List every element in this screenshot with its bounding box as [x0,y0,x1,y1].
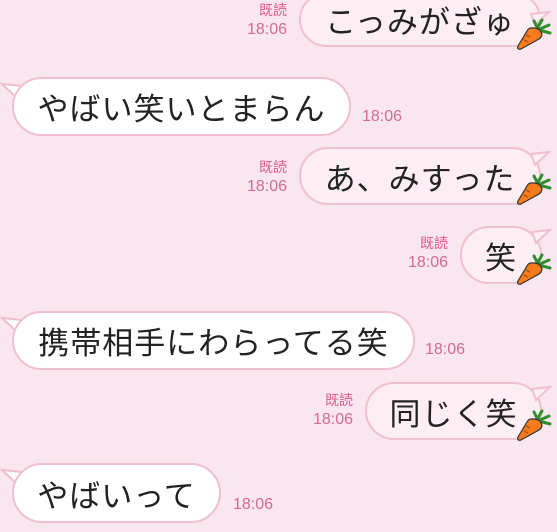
bubble-tail [530,385,553,402]
message-time: 18:06 [362,108,403,125]
read-receipt: 既読 [325,392,353,408]
message-text: 笑 [485,240,517,277]
message-bubble[interactable]: 同じく笑 [365,382,542,440]
message-time: 18:06 [233,496,274,513]
message-time: 18:06 [312,411,353,428]
message-meta: 既読 18:06 [381,233,448,273]
message-time: 18:06 [246,178,287,195]
carrot-icon [517,173,552,205]
read-receipt: 既読 [259,159,287,175]
read-receipt: 既読 [420,235,448,251]
bubble-tail [529,150,552,167]
message-bubble[interactable]: 携帯相手にわらってる笑 [12,311,415,370]
message-text: 携帯相手にわらってる笑 [38,326,389,362]
message-bubble[interactable]: あ、みすった [299,147,541,205]
read-receipt: 既読 [259,2,287,18]
bubble-tail [530,228,553,245]
carrot-icon [517,409,552,441]
message-time: 18:06 [425,341,466,358]
chat-screen: { "theme": { "background": "#fae6ee", "o… [0,0,557,532]
message-meta: 既読 18:06 [220,157,287,197]
message-bubble[interactable]: こっみがざゅ [299,0,541,47]
message-text: やばい笑いとまらん [37,92,326,128]
message-bubble[interactable]: やばい笑いとまらん [12,77,351,136]
message-meta: 既読 18:06 [220,0,287,40]
message-text: やばいって [37,478,196,515]
message-time: 18:06 [246,21,287,38]
carrot-icon [517,253,552,285]
message-bubble[interactable]: やばいって [12,463,221,523]
carrot-icon [517,18,552,50]
message-text: あ、みすった [324,161,516,198]
message-text: こっみがざゅ [325,5,515,41]
message-text: 同じく笑 [389,396,518,433]
message-time: 18:06 [407,254,448,271]
message-meta: 既読 18:06 [286,390,353,430]
